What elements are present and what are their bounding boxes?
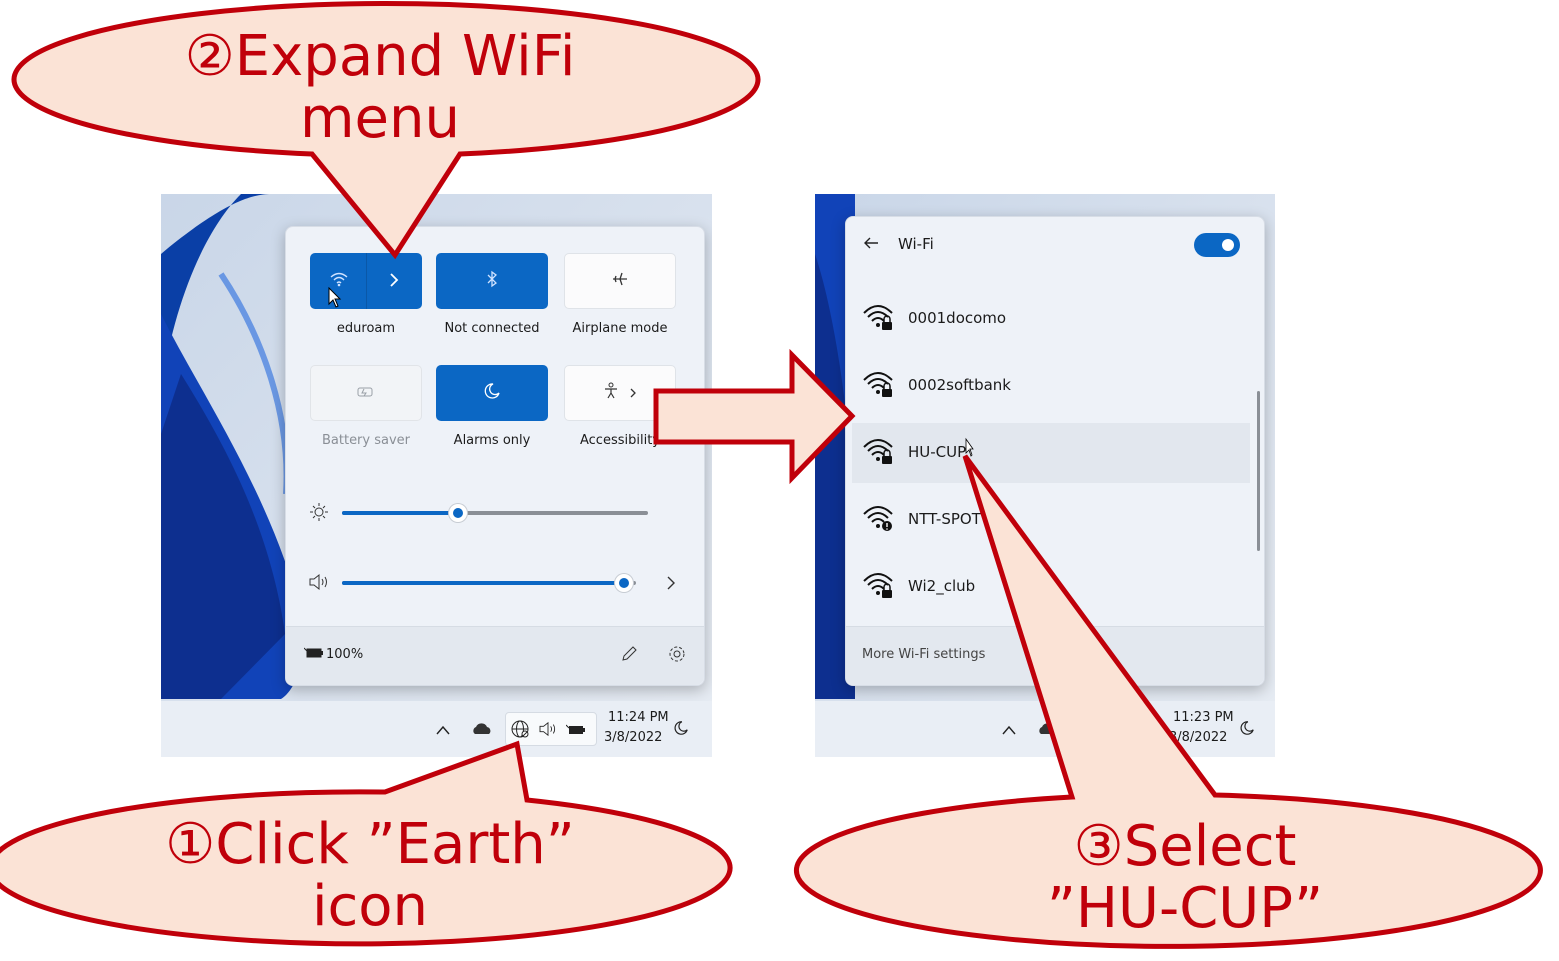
step1-line1: ①Click ”Earth” bbox=[165, 812, 575, 877]
step2-line1: ②Expand WiFi bbox=[184, 24, 576, 89]
step3-callout-text: ③Select ”HU-CUP” bbox=[900, 816, 1470, 940]
step2-callout-text: ②Expand WiFi menu bbox=[100, 26, 660, 150]
step3-line1: ③Select bbox=[1073, 814, 1297, 879]
step3-line2: ”HU-CUP” bbox=[1046, 876, 1324, 941]
step2-line2: menu bbox=[300, 86, 460, 151]
step1-line2: icon bbox=[311, 874, 429, 939]
step1-callout-text: ①Click ”Earth” icon bbox=[80, 814, 660, 938]
big-right-arrow bbox=[653, 348, 856, 485]
